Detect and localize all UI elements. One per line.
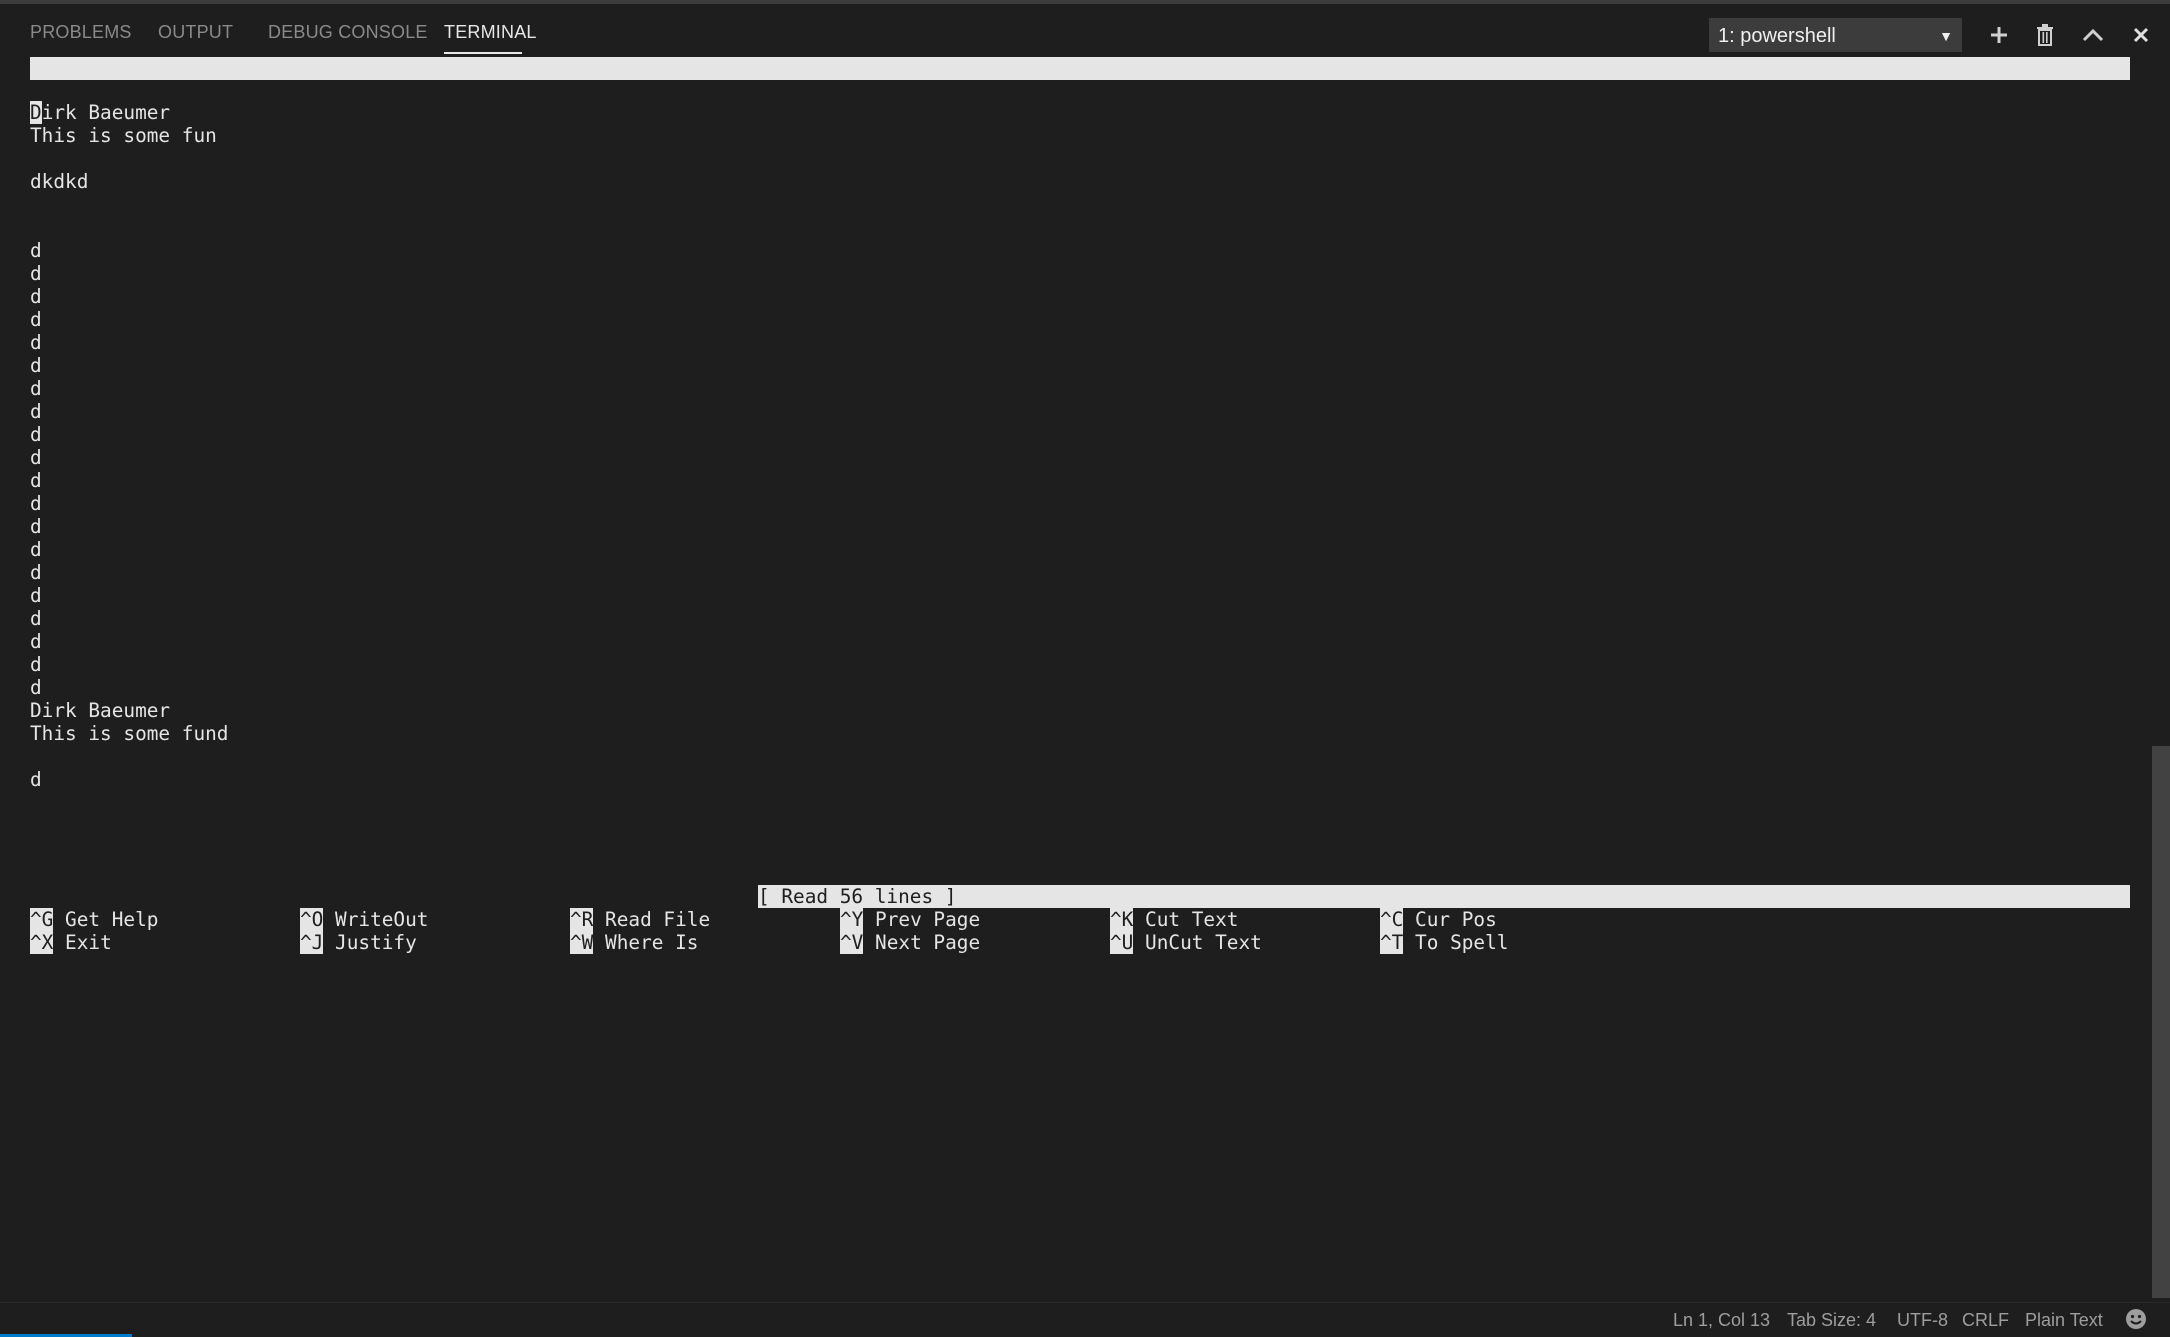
nano-text-line: d	[30, 354, 42, 377]
shortcut-label: UnCut Text	[1145, 931, 1262, 954]
shortcut-key: ^X	[30, 931, 54, 954]
status-tab-size[interactable]: Tab Size: 4	[1787, 1310, 1876, 1331]
nano-status-message: [ Read 56 lines ]	[758, 885, 2130, 908]
status-encoding[interactable]: UTF-8	[1897, 1310, 1948, 1331]
nano-text-line: d	[30, 584, 42, 607]
nano-text-line: d	[30, 308, 42, 331]
shortcut-label: Exit	[65, 931, 112, 954]
nano-text-line: d	[30, 239, 42, 262]
nano-shortcut: ^U UnCut Text	[1110, 931, 1262, 954]
nano-text-line: d	[30, 630, 42, 653]
panel-header: PROBLEMS OUTPUT DEBUG CONSOLE TERMINAL 1…	[0, 4, 2170, 56]
trash-icon[interactable]	[2030, 20, 2060, 50]
nano-text-line: d	[30, 538, 42, 561]
nano-shortcut: ^W Where Is	[570, 931, 698, 954]
shortcut-label: Read File	[605, 908, 711, 931]
status-language[interactable]: Plain Text	[2025, 1310, 2103, 1331]
shortcut-key: ^O	[300, 908, 324, 931]
text-cursor: D	[30, 101, 42, 124]
nano-text-line: d	[30, 446, 42, 469]
nano-shortcut: ^J Justify	[300, 931, 417, 954]
shortcut-key: ^R	[570, 908, 594, 931]
nano-version: GNU nano 2.3.1	[53, 80, 217, 103]
nano-text-line: This is some fund	[30, 722, 229, 745]
status-bar: Ln 1, Col 13 Tab Size: 4 UTF-8 CRLF Plai…	[0, 1302, 2170, 1337]
terminal-select-dropdown[interactable]: 1: powershell ▼	[1709, 18, 1962, 52]
dropdown-arrow-icon: ▼	[1939, 28, 1953, 44]
nano-title-bar: GNU nano 2.3.1 File: .\test.txt	[30, 57, 2130, 126]
nano-text-line: d	[30, 423, 42, 446]
nano-text-line: d	[30, 285, 42, 308]
nano-text-line: Dirk Baeumer	[30, 699, 171, 722]
tab-problems[interactable]: PROBLEMS	[30, 22, 132, 43]
nano-shortcut: ^R Read File	[570, 908, 710, 931]
nano-text-line: d	[30, 400, 42, 423]
plus-icon[interactable]	[1984, 20, 2014, 50]
nano-text-line: d	[30, 492, 42, 515]
nano-shortcut: ^Y Prev Page	[840, 908, 980, 931]
nano-shortcut: ^K Cut Text	[1110, 908, 1238, 931]
shortcut-label: Cur Pos	[1415, 908, 1497, 931]
shortcut-label: Next Page	[875, 931, 981, 954]
nano-text-line: d	[30, 561, 42, 584]
nano-text-line: d	[30, 607, 42, 630]
shortcut-key: ^K	[1110, 908, 1134, 931]
shortcut-label: Justify	[335, 931, 417, 954]
nano-text-line: d	[30, 653, 42, 676]
shortcut-label: Get Help	[65, 908, 159, 931]
shortcut-label: To Spell	[1415, 931, 1509, 954]
shortcut-key: ^C	[1380, 908, 1404, 931]
nano-text-line: d	[30, 262, 42, 285]
close-icon[interactable]	[2126, 20, 2156, 50]
tab-output[interactable]: OUTPUT	[158, 22, 233, 43]
terminal-scrollbar[interactable]	[2152, 746, 2170, 1298]
nano-shortcut: ^G Get Help	[30, 908, 158, 931]
shortcut-key: ^U	[1110, 931, 1134, 954]
chevron-up-icon[interactable]	[2078, 20, 2108, 50]
shortcut-key: ^J	[300, 931, 324, 954]
nano-shortcut: ^O WriteOut	[300, 908, 428, 931]
status-eol[interactable]: CRLF	[1962, 1310, 2009, 1331]
nano-text-line: This is some fun	[30, 124, 217, 147]
terminal-area[interactable]: GNU nano 2.3.1 File: .\test.txt Dirk Bae…	[30, 56, 2130, 1296]
shortcut-label: Where Is	[605, 931, 699, 954]
shortcut-label: Prev Page	[875, 908, 981, 931]
tab-terminal[interactable]: TERMINAL	[444, 22, 537, 43]
nano-text-line: dkdkd	[30, 170, 89, 193]
nano-shortcut: ^T To Spell	[1380, 931, 1508, 954]
shortcut-key: ^W	[570, 931, 594, 954]
nano-shortcut: ^X Exit	[30, 931, 112, 954]
nano-line-text: irk Baeumer	[41, 101, 171, 124]
terminal-select-value: 1: powershell	[1718, 25, 1836, 47]
nano-file-name: File: .\test.txt	[618, 103, 805, 126]
shortcut-label: WriteOut	[335, 908, 429, 931]
active-tab-indicator	[444, 52, 522, 54]
shortcut-key: ^V	[840, 931, 864, 954]
nano-text-line: d	[30, 515, 42, 538]
shortcut-key: ^Y	[840, 908, 864, 931]
nano-text-line: d	[30, 768, 42, 791]
shortcut-key: ^T	[1380, 931, 1404, 954]
nano-shortcut: ^V Next Page	[840, 931, 980, 954]
tab-debug-console[interactable]: DEBUG CONSOLE	[268, 22, 428, 43]
nano-text-line: d	[30, 676, 42, 699]
nano-text-line: d	[30, 331, 42, 354]
shortcut-label: Cut Text	[1145, 908, 1239, 931]
shortcut-key: ^G	[30, 908, 54, 931]
nano-text-line: d	[30, 377, 42, 400]
status-cursor-position[interactable]: Ln 1, Col 13	[1673, 1310, 1770, 1331]
smiley-icon[interactable]	[2125, 1308, 2147, 1335]
nano-text-line: Dirk Baeumer	[30, 101, 170, 124]
nano-text-line: d	[30, 469, 42, 492]
nano-shortcut: ^C Cur Pos	[1380, 908, 1497, 931]
